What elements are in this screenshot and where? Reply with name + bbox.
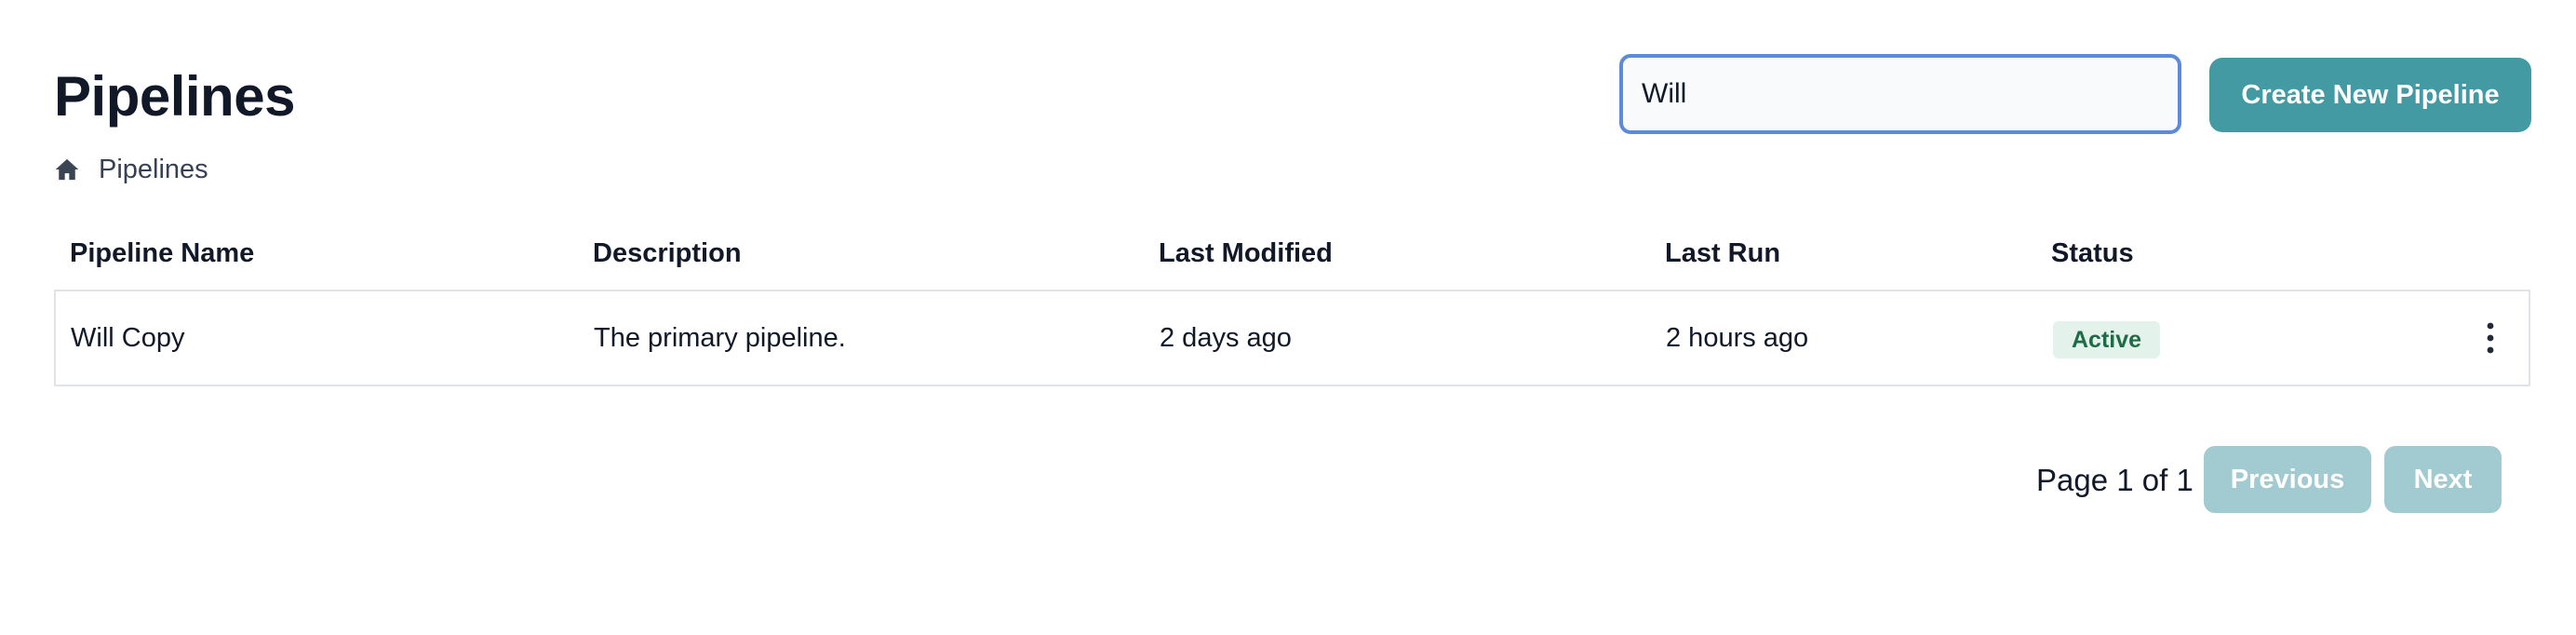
column-header-pipeline-name[interactable]: Pipeline Name <box>70 233 254 289</box>
column-header-description[interactable]: Description <box>593 233 742 289</box>
search-input[interactable] <box>1619 54 2181 134</box>
vertical-ellipsis-icon <box>2487 322 2494 354</box>
home-icon[interactable] <box>54 156 80 182</box>
cell-description: The primary pipeline. <box>594 323 846 353</box>
table-body: Will Copy The primary pipeline. 2 days a… <box>54 290 2530 386</box>
row-actions-menu-button[interactable] <box>2472 319 2509 357</box>
previous-page-button[interactable]: Previous <box>2204 446 2371 513</box>
pipelines-page: Pipelines Pipelines Create New Pipeline … <box>0 0 2576 635</box>
table-header: Pipeline Name Description Last Modified … <box>54 233 2529 289</box>
breadcrumb-item-pipelines[interactable]: Pipelines <box>99 153 208 186</box>
pagination-status: Page 1 of 1 <box>2036 463 2194 497</box>
cell-last-modified: 2 days ago <box>1160 323 1292 353</box>
create-new-pipeline-button[interactable]: Create New Pipeline <box>2209 58 2531 132</box>
cell-pipeline-name[interactable]: Will Copy <box>71 291 184 385</box>
column-header-last-modified[interactable]: Last Modified <box>1159 233 1333 289</box>
cell-last-run: 2 hours ago <box>1666 323 1809 353</box>
column-header-last-run[interactable]: Last Run <box>1665 233 1780 289</box>
breadcrumb: Pipelines <box>54 153 208 186</box>
status-badge: Active <box>2053 321 2161 358</box>
next-page-button[interactable]: Next <box>2384 446 2502 513</box>
column-header-status[interactable]: Status <box>2051 233 2134 289</box>
page-title: Pipelines <box>54 65 295 128</box>
